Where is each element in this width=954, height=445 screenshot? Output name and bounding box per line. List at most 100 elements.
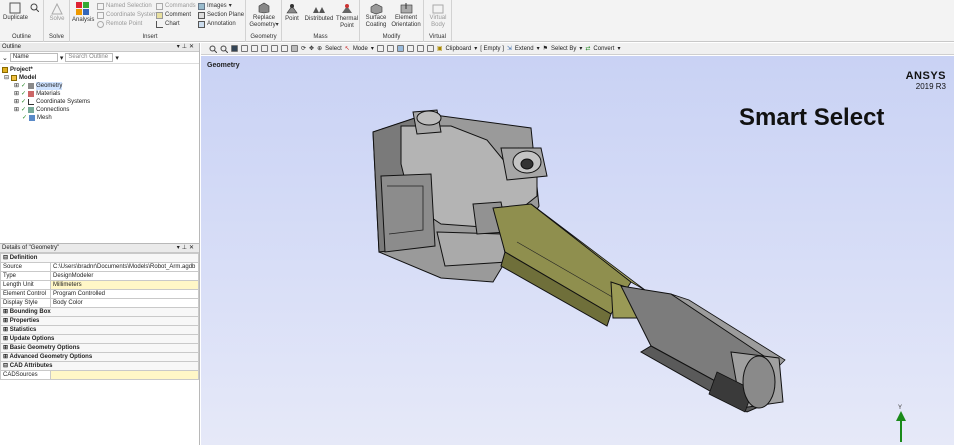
- pin-icon[interactable]: ⊥: [182, 44, 189, 50]
- expand-icon[interactable]: ⊞: [3, 318, 8, 324]
- filter-icon[interactable]: ⌄: [2, 54, 8, 62]
- section-plane-button[interactable]: Section Plane: [198, 11, 244, 20]
- wireframe-icon[interactable]: [281, 45, 288, 52]
- named-selection-button[interactable]: Named Selection: [97, 2, 152, 11]
- tree-item-coordinate-systems[interactable]: ⊞ ✓ Coordinate Systems: [14, 98, 90, 106]
- surface-coating-button[interactable]: Surface Coating: [363, 3, 389, 29]
- virtual-body-button[interactable]: Virtual Body: [426, 3, 450, 29]
- shaded-icon[interactable]: [291, 45, 298, 52]
- tree-item-geometry[interactable]: ⊞ ✓ Geometry: [14, 82, 63, 90]
- select-edge-icon[interactable]: [386, 45, 394, 52]
- annotation-button[interactable]: Annotation: [198, 20, 236, 29]
- isometric-view-icon[interactable]: [241, 45, 248, 52]
- clipboard-dropdown[interactable]: Clipboard: [446, 46, 472, 52]
- details-category-bounding-box[interactable]: ⊞ Bounding Box: [0, 307, 199, 317]
- details-value[interactable]: [50, 370, 199, 380]
- details-category-update-options[interactable]: ⊞ Update Options: [0, 334, 199, 344]
- top-view-icon[interactable]: [261, 45, 268, 52]
- expand-icon[interactable]: ⊞: [14, 98, 19, 106]
- collapse-icon[interactable]: ⊟: [3, 255, 8, 261]
- details-category-properties[interactable]: ⊞ Properties: [0, 316, 199, 326]
- details-category-cad-attributes[interactable]: ⊟ CAD Attributes: [0, 361, 199, 371]
- tree-item-materials[interactable]: ⊞ ✓ Materials: [14, 90, 60, 98]
- search-options-icon[interactable]: ▾: [115, 54, 119, 62]
- solve-button[interactable]: Solve: [46, 3, 68, 23]
- zoom-out-icon[interactable]: [220, 45, 228, 53]
- details-row-cadsources[interactable]: CADSources: [0, 370, 199, 380]
- rotate-icon[interactable]: ⟳: [301, 45, 306, 52]
- extend-dropdown-icon[interactable]: ▾: [537, 45, 540, 52]
- point-mass-button[interactable]: Point: [284, 3, 300, 23]
- select-element-icon[interactable]: [426, 45, 434, 52]
- tree-item-project[interactable]: Project*: [2, 66, 33, 74]
- expand-icon[interactable]: ⊞: [3, 327, 8, 333]
- expand-icon[interactable]: ⊞: [14, 106, 19, 114]
- details-row-type[interactable]: Type DesignModeler: [0, 271, 199, 281]
- analysis-button[interactable]: Analysis: [72, 2, 94, 24]
- commands-button[interactable]: Commands: [156, 2, 196, 11]
- expand-icon[interactable]: ⊞: [3, 309, 8, 315]
- tree-item-mesh[interactable]: ✓ Mesh: [22, 114, 52, 122]
- side-view-icon[interactable]: [271, 45, 278, 52]
- comment-button[interactable]: Comment: [156, 11, 191, 20]
- extend-dropdown[interactable]: Extend: [515, 46, 534, 52]
- expand-icon[interactable]: ⊞: [14, 82, 19, 90]
- filter-type-select[interactable]: Name: [9, 53, 58, 62]
- mode-dropdown[interactable]: Mode: [353, 46, 368, 52]
- coordinate-system-button[interactable]: Coordinate System: [97, 11, 157, 20]
- robot-arm-forearm[interactable]: [620, 285, 786, 413]
- fit-view-icon[interactable]: [231, 45, 238, 52]
- details-category-definition[interactable]: ⊟ Definition: [0, 253, 199, 263]
- collapse-icon[interactable]: ⊟: [4, 74, 9, 82]
- duplicate-button[interactable]: Duplicate: [3, 2, 28, 22]
- tree-item-model[interactable]: ⊟ Model: [4, 74, 36, 82]
- filter-dropdown-icon[interactable]: ▾: [60, 54, 64, 62]
- front-view-icon[interactable]: [251, 45, 258, 52]
- details-category-basic-geometry-options[interactable]: ⊞ Basic Geometry Options: [0, 343, 199, 353]
- remote-point-button[interactable]: Remote Point: [97, 20, 142, 29]
- select-mode-icon[interactable]: ↖: [345, 45, 350, 52]
- details-category-statistics[interactable]: ⊞ Statistics: [0, 325, 199, 335]
- robot-arm-link-selected[interactable]: [492, 203, 646, 327]
- details-row-length-unit[interactable]: Length Unit Millimeters: [0, 280, 199, 290]
- images-button[interactable]: Images ▾: [198, 2, 232, 11]
- collapse-icon[interactable]: ⊟: [3, 363, 8, 369]
- mode-dropdown-icon[interactable]: ▾: [371, 45, 374, 52]
- select-by-dropdown[interactable]: Select By: [551, 46, 576, 52]
- select-by-dropdown-icon[interactable]: ▾: [579, 45, 582, 52]
- thermal-point-mass-button[interactable]: Thermal Point: [336, 3, 358, 30]
- distributed-mass-button[interactable]: Distributed: [304, 3, 334, 23]
- convert-dropdown[interactable]: Convert: [593, 46, 614, 52]
- search-outline-input[interactable]: Search Outline: [65, 53, 114, 62]
- pin-icon[interactable]: ⊥: [182, 245, 189, 251]
- select-body-icon[interactable]: [406, 45, 414, 52]
- tree-item-connections[interactable]: ⊞ ✓ Connections: [14, 106, 69, 114]
- expand-icon[interactable]: ⊞: [14, 90, 19, 98]
- chart-button[interactable]: Chart: [156, 20, 180, 29]
- clipboard-dropdown-icon[interactable]: ▾: [474, 45, 477, 52]
- details-row-display-style[interactable]: Display Style Body Color: [0, 298, 199, 308]
- graphics-viewport[interactable]: Geometry ANSYS 2019 R3 Smart Select Y: [201, 56, 954, 445]
- details-category-advanced-geometry-options[interactable]: ⊞ Advanced Geometry Options: [0, 352, 199, 362]
- expand-icon[interactable]: ⊞: [3, 345, 8, 351]
- close-icon[interactable]: ✕: [189, 245, 196, 251]
- details-value[interactable]: Program Controlled: [50, 289, 199, 299]
- look-at-icon[interactable]: ⊕: [317, 45, 322, 52]
- pan-icon[interactable]: ✥: [309, 45, 314, 52]
- convert-dropdown-icon[interactable]: ▾: [617, 45, 620, 52]
- select-vertex-icon[interactable]: [376, 45, 384, 52]
- details-value[interactable]: Millimeters: [50, 280, 199, 290]
- select-node-icon[interactable]: [416, 45, 424, 52]
- close-icon[interactable]: ✕: [189, 44, 196, 50]
- replace-geometry-button[interactable]: Replace Geometry▾: [248, 2, 280, 29]
- search-button[interactable]: [29, 3, 39, 13]
- expand-icon[interactable]: ⊞: [3, 336, 8, 342]
- select-face-icon[interactable]: [396, 45, 404, 52]
- robot-arm-model[interactable]: [201, 56, 954, 445]
- details-value[interactable]: Body Color: [50, 298, 199, 308]
- zoom-in-icon[interactable]: [209, 45, 217, 53]
- details-row-source[interactable]: Source C:\Users\bradnr\Documents\Models\R…: [0, 262, 199, 272]
- details-row-element-control[interactable]: Element Control Program Controlled: [0, 289, 199, 299]
- expand-icon[interactable]: ⊞: [3, 354, 8, 360]
- element-orientation-button[interactable]: Element Orientation: [390, 3, 422, 29]
